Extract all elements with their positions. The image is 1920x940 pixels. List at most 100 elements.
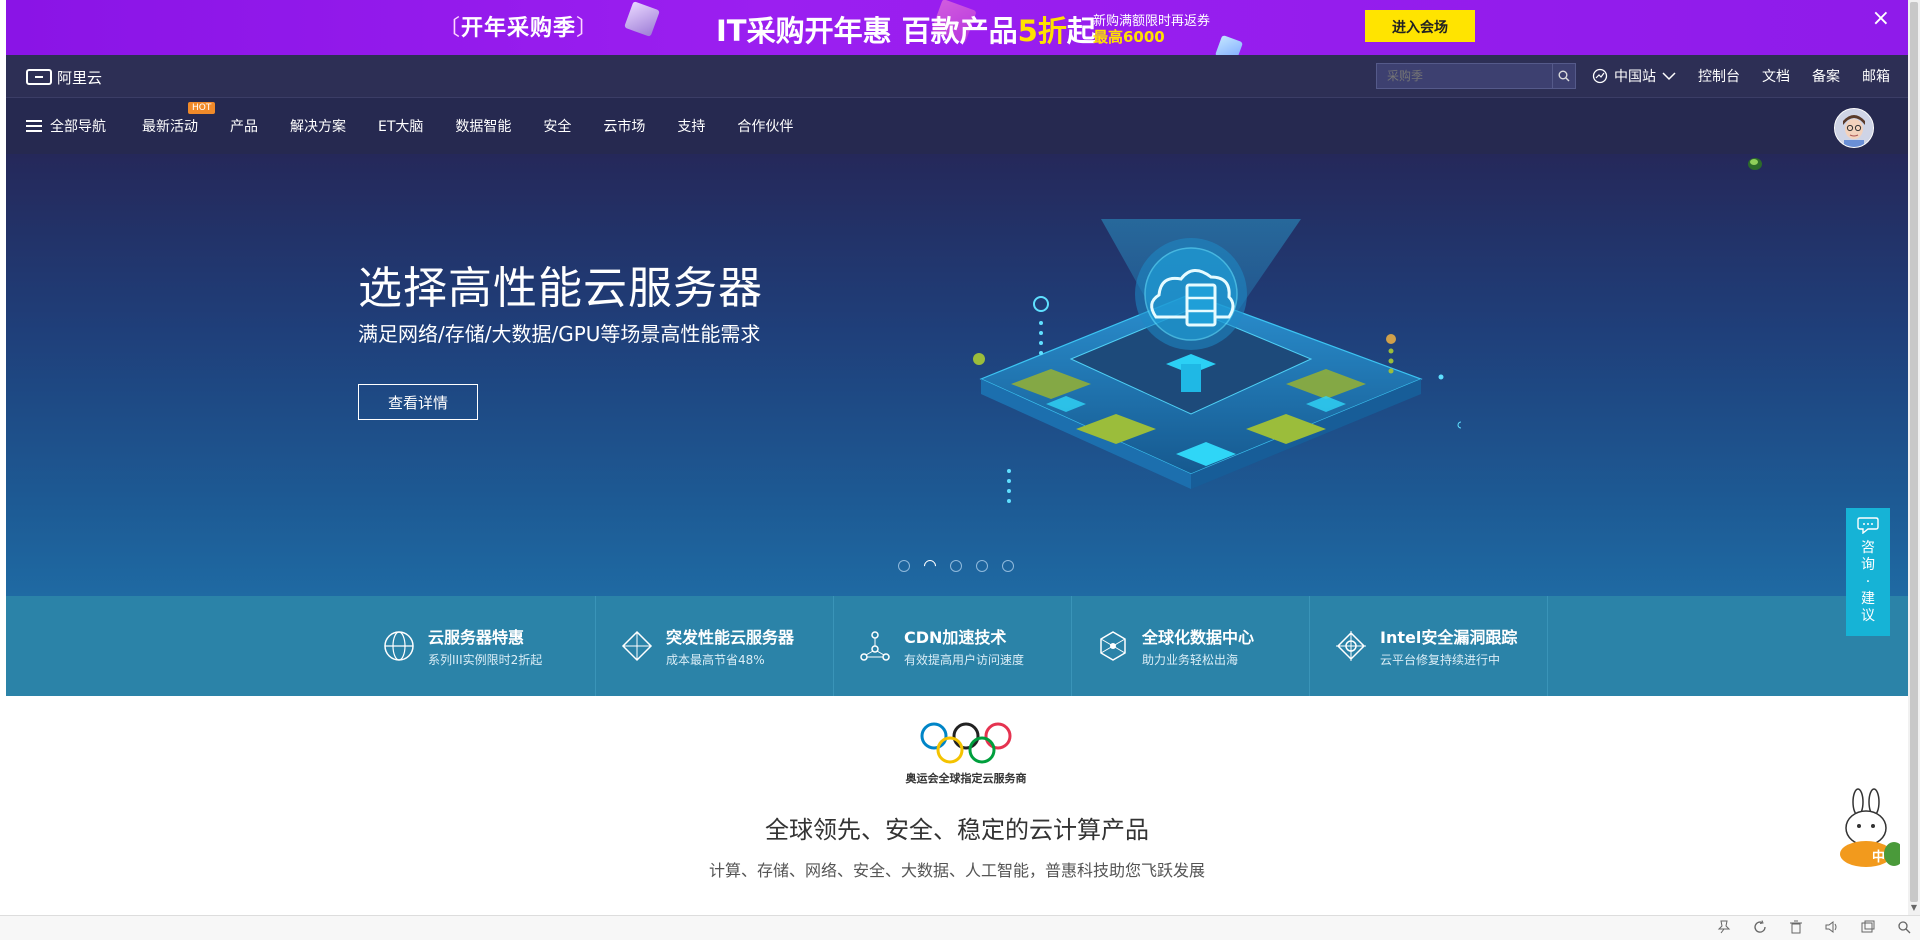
nav-item-solutions[interactable]: 解决方案: [290, 116, 346, 136]
section-title: 全球领先、安全、稳定的云计算产品: [765, 816, 1149, 844]
volume-icon[interactable]: [1824, 919, 1840, 935]
feature-cdn[interactable]: CDN加速技术 有效提高用户访问速度: [834, 596, 1072, 696]
feature-intel-security[interactable]: Intel安全漏洞跟踪 云平台修复持续进行中: [1310, 596, 1548, 696]
aliyun-logo-icon: [26, 69, 52, 85]
promo-sub-line2: 最高6000: [1093, 28, 1165, 46]
feature-title: CDN加速技术: [904, 628, 1007, 647]
menu-icon: [26, 120, 42, 132]
promo-headline: IT采购开年惠 百款产品5折起: [716, 8, 1096, 50]
feature-sub: 系列III实例限时2折起: [428, 653, 543, 667]
top-links: 中国站 控制台 文档 备案 邮箱: [1592, 55, 1890, 97]
olympic-rings-logo: [920, 722, 1012, 764]
consult-label-char: 议: [1861, 608, 1875, 624]
feature-title: Intel安全漏洞跟踪: [1380, 628, 1518, 647]
region-label: 中国站: [1614, 69, 1656, 85]
main-nav: 全部导航 最新活动 HOT 产品 解决方案 ET大脑 数据智能 安全 云市场 支…: [6, 98, 1908, 154]
region-selector[interactable]: 中国站: [1592, 66, 1676, 86]
close-icon[interactable]: ×: [1872, 6, 1890, 31]
refresh-icon[interactable]: [1752, 919, 1768, 935]
chat-icon: [1857, 517, 1879, 534]
link-icp[interactable]: 备案: [1812, 66, 1840, 86]
olympic-partner: 奥运会全球指定云服务商: [886, 720, 1046, 786]
search-box: [1376, 63, 1576, 89]
pin-icon[interactable]: [1716, 919, 1732, 935]
mascot-label: 中: [1872, 850, 1886, 865]
hexagon-icon: [1096, 629, 1130, 663]
network-icon: [858, 629, 892, 663]
nav-item-label: 最新活动: [142, 119, 198, 135]
feature-title: 云服务器特惠: [428, 628, 525, 647]
zoom-icon[interactable]: [1896, 919, 1912, 935]
nav-item-security[interactable]: 安全: [543, 116, 571, 136]
feature-sub: 助力业务轻松出海: [1142, 653, 1239, 667]
carousel-dot[interactable]: [1002, 560, 1014, 572]
promo-headline-prefix: IT采购开年惠 百款产品: [716, 14, 1018, 48]
all-nav-label: 全部导航: [50, 119, 106, 135]
feature-title: 突发性能云服务器: [666, 628, 795, 647]
decor-cube: [1214, 34, 1244, 55]
consult-label: 咨 询 · 建 议: [1846, 540, 1890, 625]
search-input[interactable]: [1377, 65, 1552, 87]
olympic-caption: 奥运会全球指定云服务商: [905, 772, 1027, 785]
enter-venue-button[interactable]: 进入会场: [1365, 10, 1475, 42]
section-subtitle: 计算、存储、网络、安全、大数据、人工智能，普惠科技助您飞跃发展: [708, 861, 1205, 880]
feature-burstable-ecs[interactable]: 突发性能云服务器 成本最高节省48%: [596, 596, 834, 696]
feature-sub: 有效提高用户访问速度: [904, 653, 1025, 667]
hot-badge: HOT: [188, 102, 216, 114]
consult-suggest-button[interactable]: 咨 询 · 建 议: [1846, 508, 1890, 636]
nav-item-support[interactable]: 支持: [677, 116, 705, 136]
link-mail[interactable]: 邮箱: [1862, 66, 1890, 86]
trash-icon[interactable]: [1788, 919, 1804, 935]
promo-headline-suffix: 起: [1066, 14, 1096, 48]
link-docs[interactable]: 文档: [1762, 66, 1790, 86]
consult-label-char: ·: [1865, 574, 1871, 590]
nav-item-et-brain[interactable]: ET大脑: [378, 116, 423, 136]
scrollbar-thumb[interactable]: [1910, 2, 1918, 902]
nav-item-products[interactable]: 产品: [230, 116, 258, 136]
consult-label-char: 询: [1861, 557, 1875, 573]
page: 〔开年采购季〕 IT采购开年惠 百款产品5折起 新购满额限时再返券 最高6000…: [6, 0, 1908, 939]
nav-item-activities[interactable]: 最新活动 HOT: [142, 102, 216, 136]
all-nav-button[interactable]: 全部导航: [26, 116, 106, 136]
nav-item-marketplace[interactable]: 云市场: [603, 116, 645, 136]
link-console[interactable]: 控制台: [1698, 66, 1740, 86]
promo-banner[interactable]: 〔开年采购季〕 IT采购开年惠 百款产品5折起 新购满额限时再返券 最高6000…: [6, 0, 1908, 55]
logo[interactable]: 阿里云: [26, 66, 102, 88]
globe-icon: [1592, 68, 1608, 84]
hero-title: 选择高性能云服务器: [358, 263, 763, 314]
hero-subtitle: 满足网络/存储/大数据/GPU等场景高性能需求: [358, 322, 761, 346]
carousel-dots: [898, 557, 1014, 575]
hero-carousel: 选择高性能云服务器 满足网络/存储/大数据/GPU等场景高性能需求 查看详情: [6, 154, 1908, 596]
view-details-button[interactable]: 查看详情: [358, 384, 478, 420]
feature-strip: 云服务器特惠 系列III实例限时2折起 突发性能云服务器 成本最高节省48% C…: [6, 596, 1908, 696]
search-icon[interactable]: [1552, 64, 1575, 88]
scroll-down-icon[interactable]: ▼: [1908, 903, 1920, 915]
crosshair-icon: [1334, 629, 1368, 663]
window-icon[interactable]: [1860, 919, 1876, 935]
diamond-icon: [620, 629, 654, 663]
feature-ecs-deal[interactable]: 云服务器特惠 系列III实例限时2折起: [358, 596, 596, 696]
mascot-widget[interactable]: 中: [1836, 788, 1904, 870]
avatar[interactable]: [1834, 108, 1874, 148]
top-bar: 阿里云 中国站 控制台 文档 备案 邮箱: [6, 55, 1908, 98]
carousel-dot[interactable]: [950, 560, 962, 572]
logo-text: 阿里云: [57, 68, 103, 87]
carousel-dot[interactable]: [976, 560, 988, 572]
nav-item-partners[interactable]: 合作伙伴: [737, 116, 793, 136]
browser-status-bar: [0, 915, 1920, 940]
consult-label-char: 建: [1861, 591, 1875, 607]
nav-item-data-intelligence[interactable]: 数据智能: [455, 116, 511, 136]
feature-global-dc[interactable]: 全球化数据中心 助力业务轻松出海: [1072, 596, 1310, 696]
carousel-dot-active[interactable]: [921, 557, 939, 575]
leaf-decor-icon: [1748, 158, 1762, 170]
vertical-scrollbar[interactable]: ▲ ▼: [1908, 0, 1920, 939]
carousel-dot[interactable]: [898, 560, 910, 572]
promo-headline-highlight: 5折: [1017, 14, 1067, 48]
promo-brand: 〔开年采购季〕: [438, 16, 600, 41]
cloud-server-illustration: [973, 219, 1461, 503]
chevron-down-icon: [1662, 72, 1676, 81]
rabbit-mascot-icon: [1840, 788, 1904, 867]
decor-cube: [624, 1, 660, 37]
feature-sub: 成本最高节省48%: [666, 653, 765, 667]
feature-title: 全球化数据中心: [1142, 628, 1255, 647]
